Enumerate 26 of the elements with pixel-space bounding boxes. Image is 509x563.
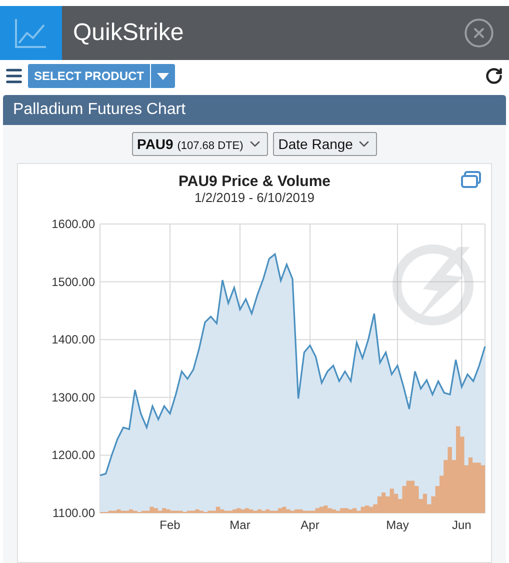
window-restore-icon[interactable] xyxy=(461,171,481,188)
y-axis-label: 1400.00 xyxy=(52,332,95,347)
x-axis-label: Feb xyxy=(160,518,180,532)
x-axis-label: Mar xyxy=(230,518,250,532)
y-axis-label: 1200.00 xyxy=(52,448,95,462)
close-button[interactable] xyxy=(463,17,495,49)
x-axis-label: Apr xyxy=(300,518,320,532)
x-axis-label: May xyxy=(386,518,409,532)
y-axis-label: 1100.00 xyxy=(52,506,95,520)
y-axis-label: 1500.00 xyxy=(52,274,95,289)
x-axis-label: Jun xyxy=(452,518,472,532)
line-chart-icon xyxy=(14,17,48,49)
date-range-dropdown[interactable]: Date Range xyxy=(273,132,377,156)
y-axis-label: 1300.00 xyxy=(52,390,95,404)
caret-down-icon xyxy=(157,72,170,80)
refresh-button[interactable] xyxy=(485,67,503,85)
chart-title: PAU9 Price & Volume xyxy=(178,174,330,190)
panel-title: Palladium Futures Chart xyxy=(13,100,186,120)
watermark-logo-icon xyxy=(392,244,474,326)
chart-subtitle: 1/2/2019 - 6/10/2019 xyxy=(194,190,314,205)
contract-label: PAU9 (107.68 DTE) xyxy=(137,134,244,154)
menu-button[interactable] xyxy=(4,66,24,86)
app-title: QuikStrike xyxy=(73,18,184,48)
y-axis-label: 1600.00 xyxy=(52,217,95,231)
product-dropdown-button[interactable] xyxy=(151,64,176,88)
contract-dropdown[interactable]: PAU9 (107.68 DTE) xyxy=(132,132,268,156)
